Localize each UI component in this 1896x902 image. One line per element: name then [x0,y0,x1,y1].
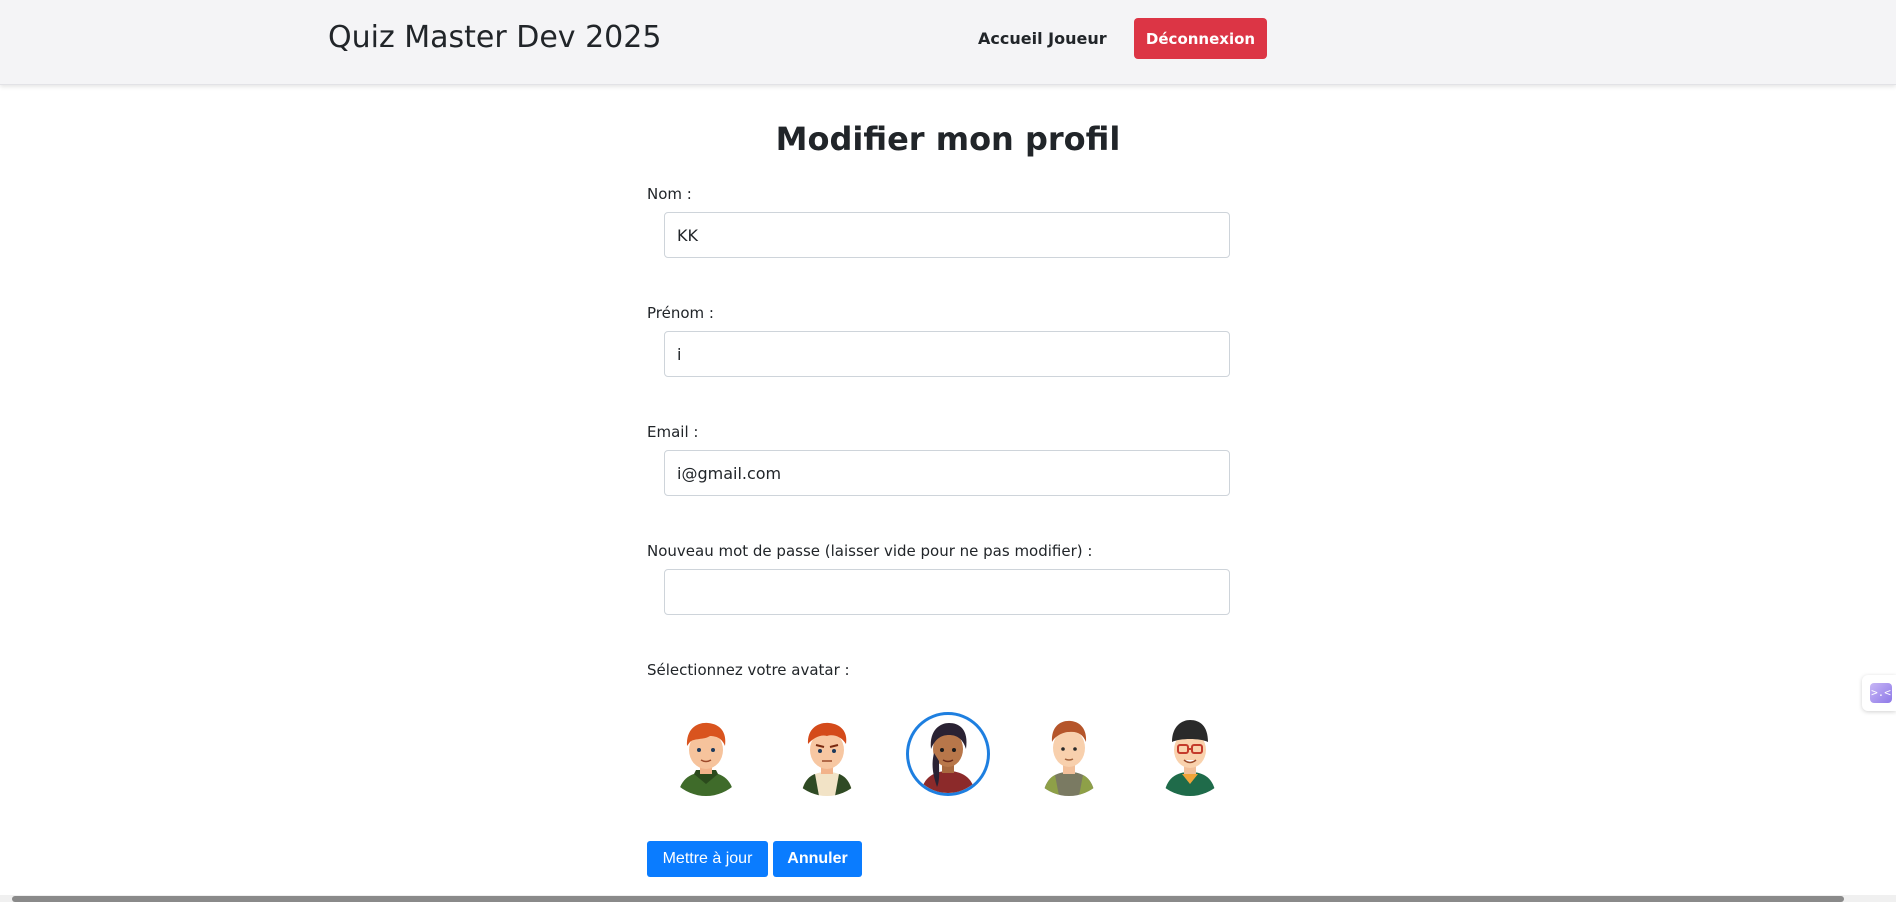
avatar-redhead-boy-angry-icon [801,722,853,796]
extension-icon: >.< [1870,683,1892,703]
avatar-option-5[interactable] [1148,712,1232,796]
avatar-option-1[interactable] [664,712,748,796]
avatar-option-4[interactable] [1027,712,1111,796]
avatar-boy-brown-hair-gray-jacket-icon [1043,720,1095,796]
avatar-option-2[interactable] [785,712,869,796]
avatar-label: Sélectionnez votre avatar : [647,661,850,679]
prenom-label: Prénom : [647,304,714,322]
email-input[interactable] [664,450,1230,496]
brand-title[interactable]: Quiz Master Dev 2025 [328,20,661,55]
nav-link-accueil-joueur[interactable]: Accueil Joueur [978,29,1107,48]
navbar: Quiz Master Dev 2025 Accueil Joueur Déco… [0,0,1896,85]
nom-label: Nom : [647,185,692,203]
logout-button[interactable]: Déconnexion [1134,18,1267,59]
avatar-option-3[interactable] [906,712,990,796]
scrollbar-thumb[interactable] [12,896,1844,902]
avatar-picker [664,708,1232,798]
update-button[interactable]: Mettre à jour [647,841,768,877]
cancel-button[interactable]: Annuler [773,841,862,877]
prenom-input[interactable] [664,331,1230,377]
horizontal-scrollbar[interactable] [0,895,1896,902]
avatar-redhead-boy-green-hoodie-icon [678,722,734,796]
nom-input[interactable] [664,212,1230,258]
avatar-girl-braid-icon [921,723,975,793]
email-label: Email : [647,423,699,441]
avatar-boy-glasses-beanie-icon [1164,720,1216,796]
password-label: Nouveau mot de passe (laisser vide pour … [647,542,1093,560]
password-input[interactable] [664,569,1230,615]
side-extension-widget[interactable]: >.< [1862,675,1896,711]
page-title: Modifier mon profil [775,120,1121,158]
